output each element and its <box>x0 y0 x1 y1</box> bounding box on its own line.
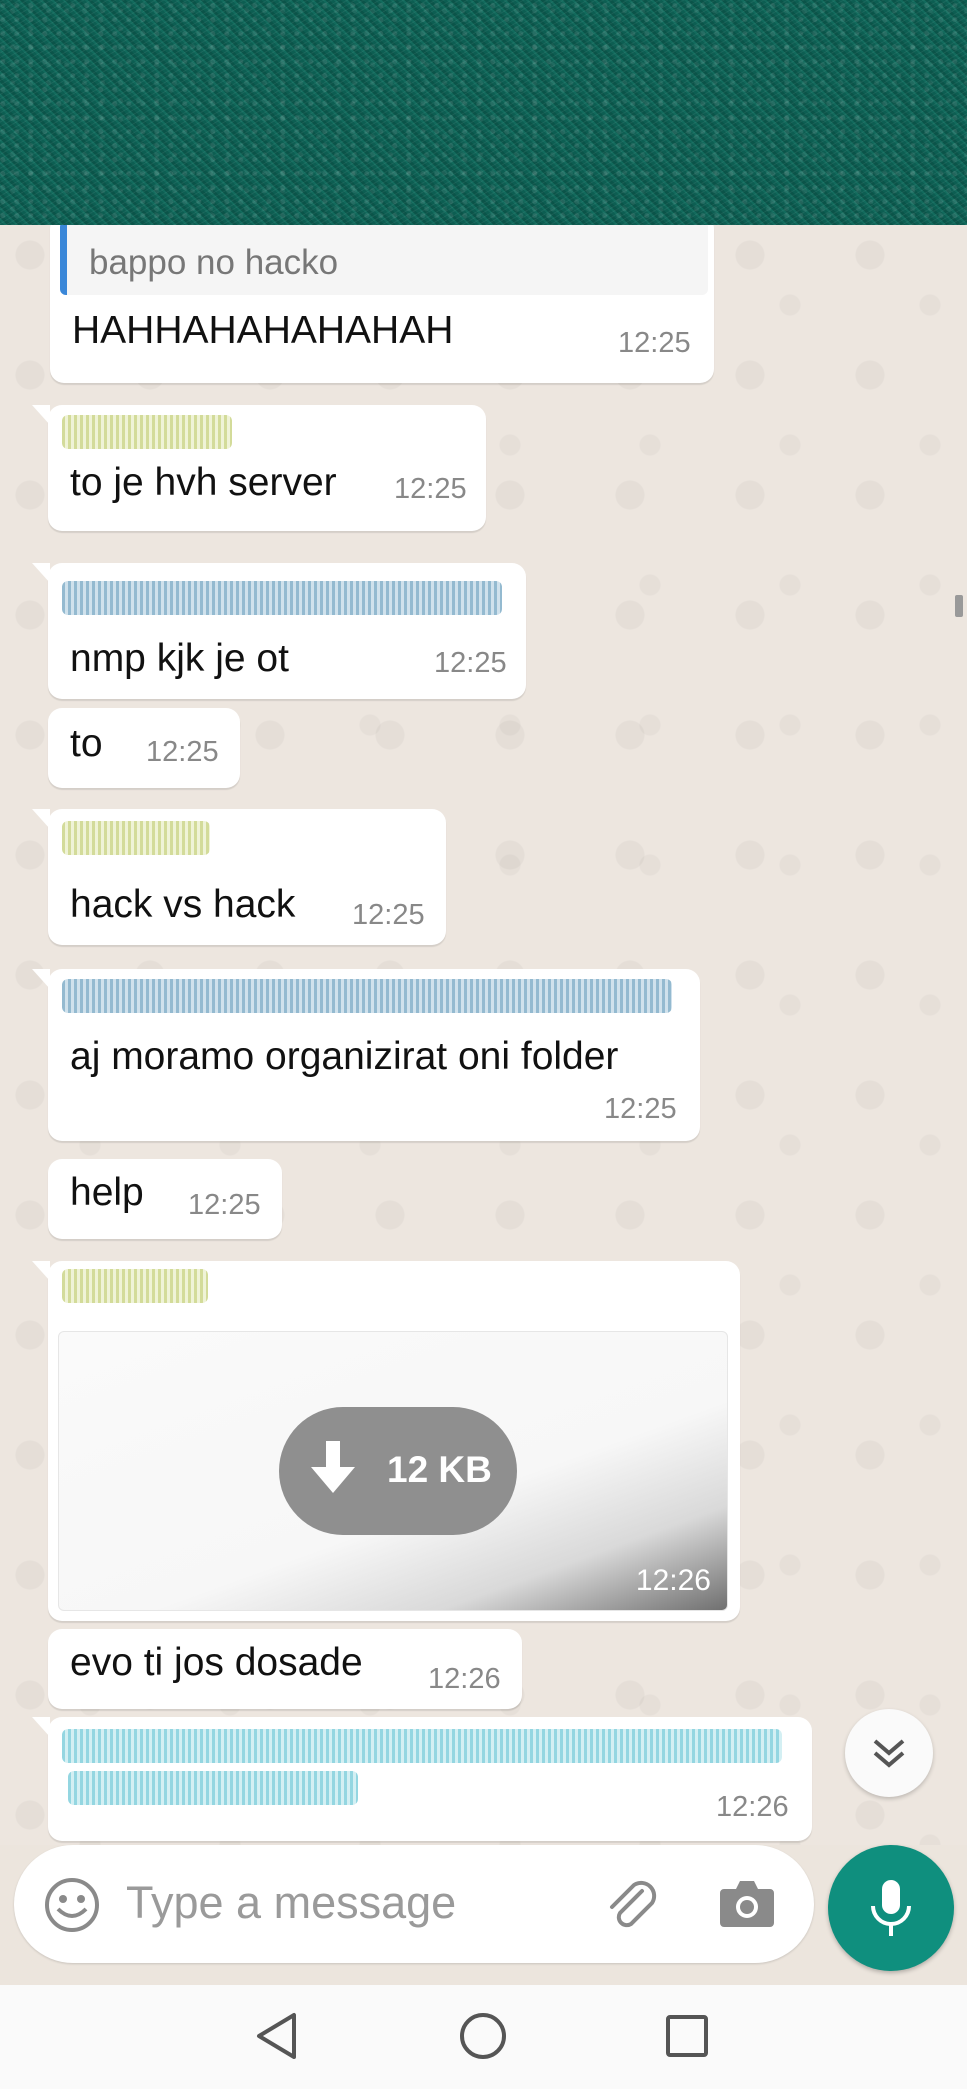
message-text: aj moramo organizirat oni folder <box>70 1035 619 1078</box>
message-text: to <box>70 722 103 765</box>
message-text: evo ti jos dosade <box>70 1641 363 1684</box>
message-bubble[interactable]: to je hvh server 12:25 <box>32 405 486 531</box>
message-text-redacted <box>68 1771 358 1805</box>
message-bubble[interactable]: to 12:25 <box>48 708 240 788</box>
sender-name-redacted <box>62 415 232 449</box>
message-text: hack vs hack <box>70 883 296 926</box>
message-time: 12:25 <box>188 1189 261 1221</box>
message-time: 12:26 <box>716 1791 789 1823</box>
message-bubble[interactable]: nmp kjk je ot 12:25 <box>32 563 526 699</box>
attachment-size: 12 KB <box>387 1449 492 1490</box>
attachment-message[interactable]: 12 KB 12:26 <box>32 1261 740 1621</box>
paperclip-icon[interactable] <box>602 1875 662 1935</box>
message-bubble[interactable]: aj moramo organizirat oni folder 12:25 <box>32 969 700 1141</box>
camera-icon[interactable] <box>718 1877 776 1931</box>
recent-square-icon[interactable] <box>664 2013 710 2059</box>
message-input-bar <box>14 1845 814 1963</box>
sender-name-redacted <box>62 821 210 855</box>
voice-record-button[interactable] <box>828 1845 954 1971</box>
message-time: 12:26 <box>635 1564 711 1597</box>
system-navigation-bar <box>0 1985 967 2089</box>
message-list[interactable]: bappo no hacko HAHHAHAHAHAHAH 12:25 to j… <box>0 225 967 1845</box>
message-bubble[interactable]: hack vs hack 12:25 <box>32 809 446 945</box>
message-text: to je hvh server <box>70 461 337 504</box>
message-text: help <box>70 1171 144 1214</box>
message-bubble[interactable]: bappo no hacko HAHHAHAHAHAHAH 12:25 <box>50 225 714 383</box>
download-arrow-icon <box>311 1441 355 1493</box>
message-time: 12:26 <box>428 1663 501 1695</box>
quoted-message[interactable]: bappo no hacko <box>60 225 708 295</box>
back-triangle-icon[interactable] <box>254 2011 300 2061</box>
emoji-icon[interactable] <box>44 1877 100 1933</box>
download-button[interactable]: 12 KB <box>279 1407 517 1535</box>
mic-icon <box>871 1880 911 1936</box>
scroll-to-bottom-button[interactable] <box>845 1709 933 1797</box>
message-bubble[interactable]: 12:26 <box>32 1717 812 1841</box>
header-redacted-overlay <box>0 0 967 225</box>
message-input[interactable] <box>126 1871 586 1935</box>
message-time: 12:25 <box>352 899 425 931</box>
message-time: 12:25 <box>394 473 467 505</box>
message-text-redacted <box>62 1729 782 1763</box>
home-circle-icon[interactable] <box>458 2011 508 2061</box>
chevron-double-down-icon <box>873 1739 905 1768</box>
sender-name-redacted <box>62 581 502 615</box>
message-time: 12:25 <box>434 647 507 679</box>
image-attachment[interactable]: 12 KB 12:26 <box>58 1331 728 1611</box>
message-time: 12:25 <box>146 736 219 768</box>
message-time: 12:25 <box>618 327 691 359</box>
scrollbar-thumb[interactable] <box>955 595 963 617</box>
message-time: 12:25 <box>604 1093 677 1125</box>
sender-name-redacted <box>62 979 672 1013</box>
quoted-text: bappo no hacko <box>89 243 339 282</box>
message-bubble[interactable]: evo ti jos dosade 12:26 <box>48 1629 522 1709</box>
message-bubble[interactable]: help 12:25 <box>48 1159 282 1239</box>
message-text: nmp kjk je ot <box>70 637 289 680</box>
sender-name-redacted <box>62 1269 208 1303</box>
message-text: HAHHAHAHAHAHAH <box>72 309 454 352</box>
chat-header[interactable] <box>0 0 967 225</box>
